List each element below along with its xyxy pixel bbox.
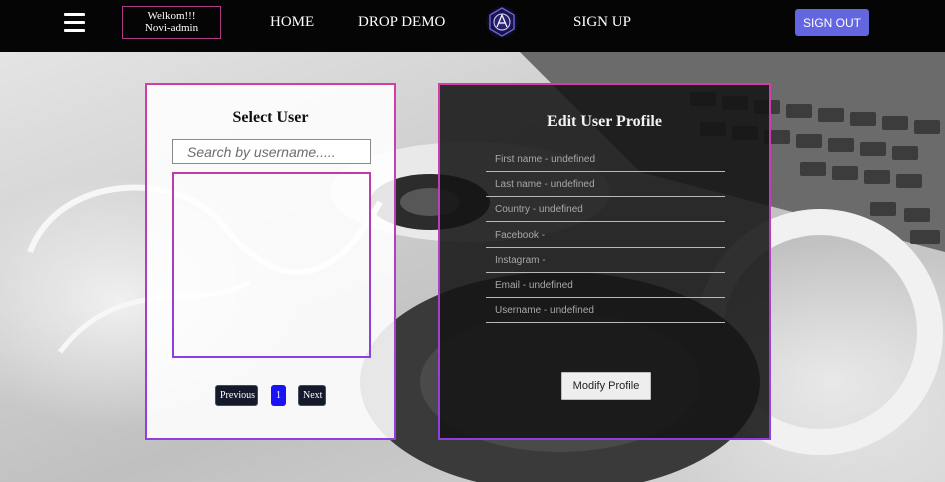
sign-out-button[interactable]: SIGN OUT [795,9,869,36]
page-number-button[interactable]: 1 [271,385,286,406]
username-text: Novi-admin [144,22,199,34]
welcome-text: Welkom!!! [147,10,196,22]
nav-link-drop-demo[interactable]: DROP DEMO [358,14,445,31]
hamburger-menu-icon[interactable] [64,13,85,32]
next-page-button[interactable]: Next [298,385,326,406]
facebook-field[interactable] [486,223,725,248]
user-list[interactable] [172,172,371,358]
edit-profile-title: Edit User Profile [547,113,662,130]
edit-user-profile-panel: Edit User Profile Modify Profile [438,83,771,440]
first-name-field[interactable] [486,147,725,172]
select-user-title: Select User [232,109,309,126]
welcome-user-box: Welkom!!! Novi-admin [122,6,221,39]
nav-link-home[interactable]: HOME [270,14,314,31]
brand-logo-icon[interactable] [484,4,520,40]
country-field[interactable] [486,197,725,222]
modify-profile-button[interactable]: Modify Profile [561,372,651,400]
previous-page-button[interactable]: Previous [215,385,258,406]
email-field[interactable] [486,273,725,298]
username-search-input[interactable] [172,139,371,164]
top-navbar: Welkom!!! Novi-admin HOME DROP DEMO SIGN… [0,0,945,52]
instagram-field[interactable] [486,248,725,273]
select-user-panel: Select User Previous 1 Next [145,83,396,440]
nav-link-sign-up[interactable]: SIGN UP [573,14,631,31]
last-name-field[interactable] [486,172,725,197]
username-field[interactable] [486,298,725,323]
